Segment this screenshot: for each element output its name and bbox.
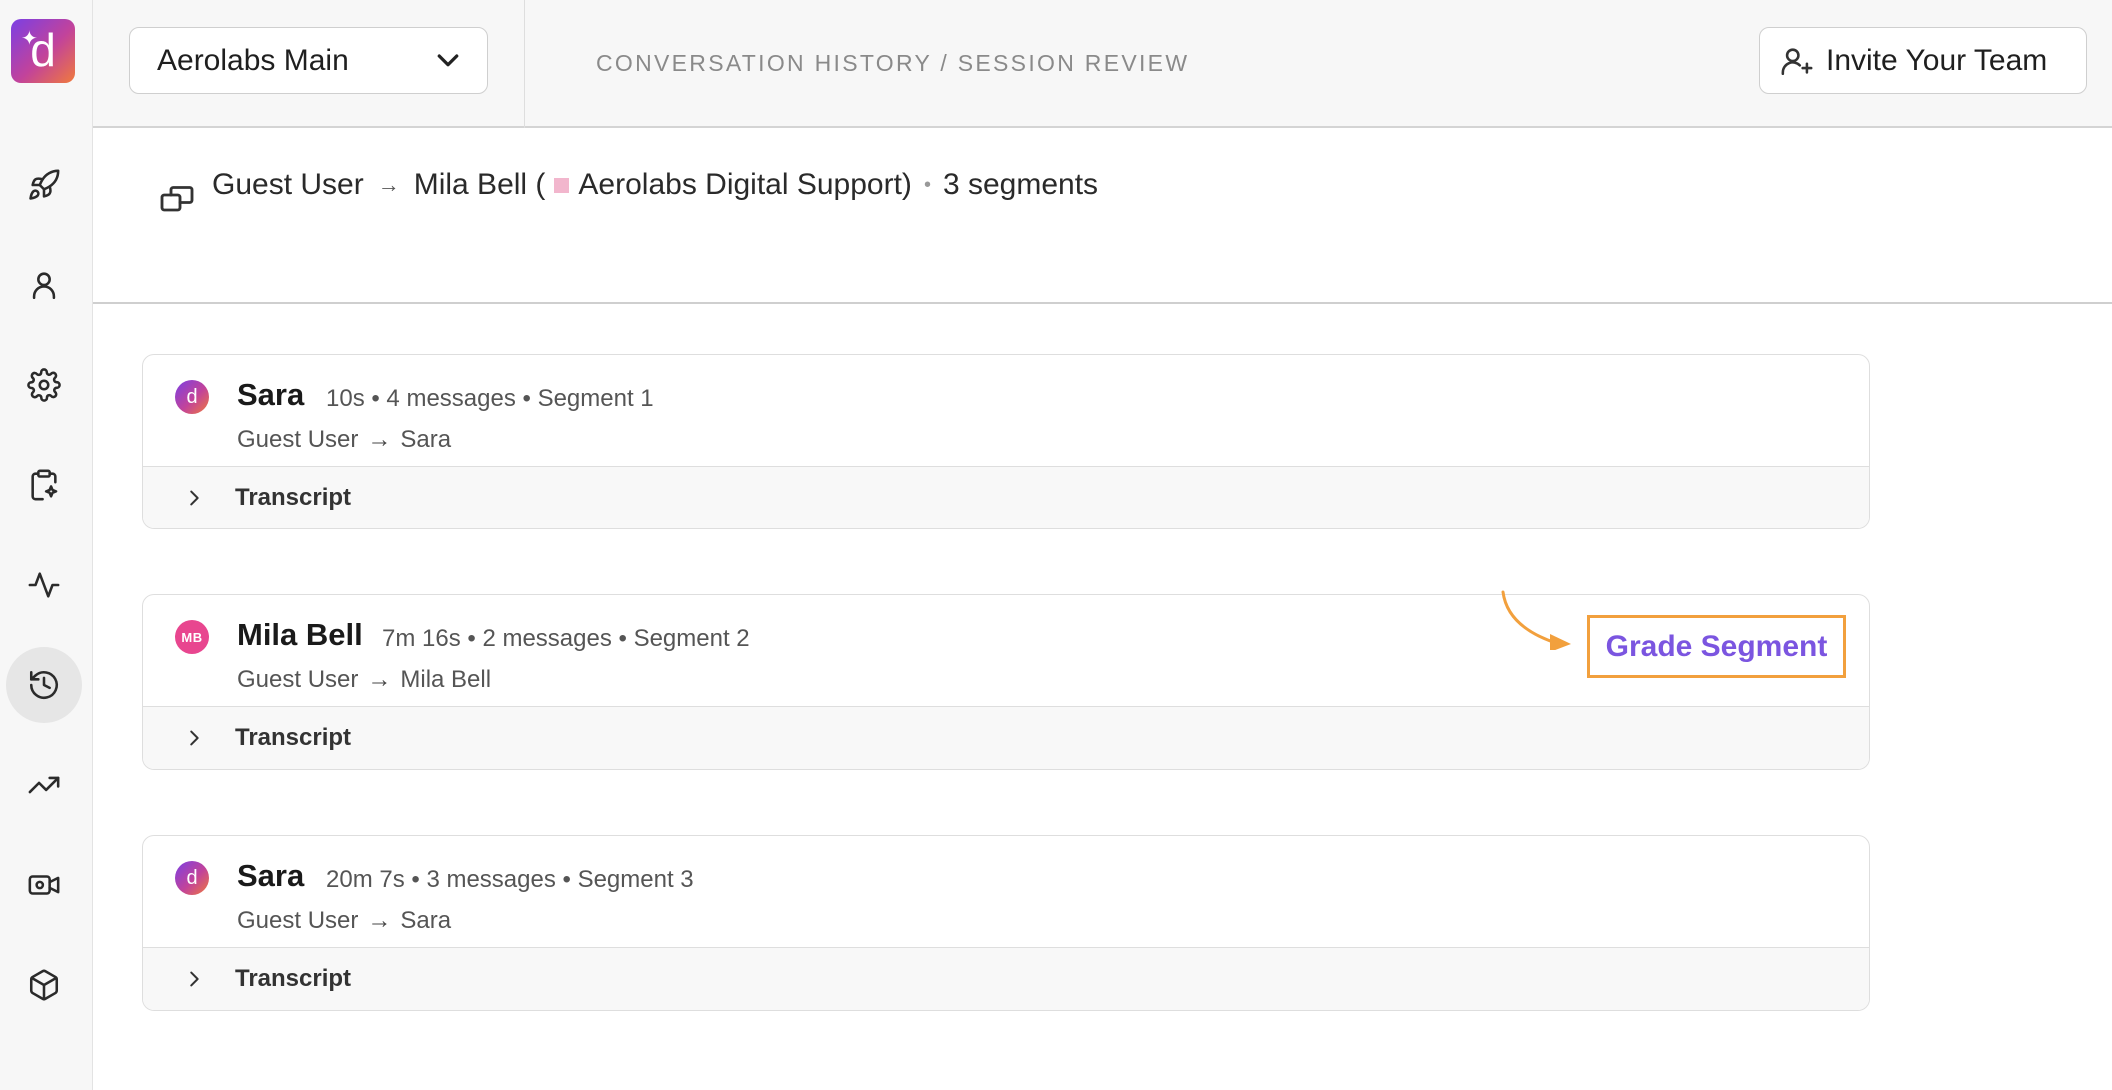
app-logo[interactable]: ✦ d (11, 19, 75, 83)
segment-to: Sara (400, 426, 452, 453)
avatar: d (175, 861, 209, 895)
transcript-toggle[interactable]: Transcript (143, 707, 1869, 769)
segment-header: d Sara 10s • 4 messages • Segment 1 Gues… (143, 355, 1869, 467)
session-participants: Guest User → Mila Bell ( Aerolabs Digita… (160, 168, 1098, 202)
segment-meta: 20m 7s • 3 messages • Segment 3 (326, 866, 694, 893)
segment-agent-name: Mila Bell (237, 617, 363, 652)
user-plus-icon (1781, 47, 1813, 75)
transcript-label: Transcript (235, 484, 352, 511)
arrow-right-icon: → (367, 907, 392, 934)
separator-dot: • (923, 173, 931, 196)
session-summary: Guest User → Mila Bell ( Aerolabs Digita… (93, 128, 2112, 304)
chevron-right-icon (190, 730, 199, 746)
sidebar-item-evaluations[interactable] (6, 447, 82, 523)
sidebar-item-analytics[interactable] (6, 747, 82, 823)
sidebar-item-history[interactable] (6, 647, 82, 723)
segment-card: d Sara 20m 7s • 3 messages • Segment 3 G… (142, 835, 1870, 1011)
segment-to: Sara (400, 907, 452, 934)
sidebar-item-users[interactable] (6, 247, 82, 323)
segment-header: d Sara 20m 7s • 3 messages • Segment 3 G… (143, 836, 1869, 948)
segment-path: Guest User → Mila Bell (237, 666, 491, 694)
segment-to: Mila Bell (400, 666, 492, 693)
sidebar-item-launch[interactable] (6, 147, 82, 223)
segments-count: 3 segments (942, 168, 1099, 201)
session-from: Guest User (212, 168, 364, 201)
arrow-right-icon: → (367, 666, 392, 693)
chevron-right-icon (190, 490, 199, 506)
callout-arrow-icon (1501, 590, 1571, 650)
avatar: d (175, 380, 209, 414)
sidebar-item-settings[interactable] (6, 347, 82, 423)
gear-icon (27, 368, 61, 402)
rocket-icon (29, 169, 60, 200)
session-org: Aerolabs Digital Support) (578, 168, 912, 201)
history-icon (29, 670, 59, 700)
sparkle-icon: ✦ (21, 28, 38, 50)
transcript-label: Transcript (235, 724, 352, 751)
workspace-select[interactable]: Aerolabs Main (129, 27, 488, 94)
sidebar-item-recordings[interactable] (6, 847, 82, 923)
trending-up-icon (28, 776, 60, 794)
clipboard-sparkle-icon (31, 469, 58, 501)
activity-icon (28, 572, 60, 598)
cube-icon (29, 969, 59, 1001)
segment-agent-name: Sara (237, 377, 305, 412)
segment-from: Guest User (237, 666, 359, 693)
user-icon (32, 272, 56, 300)
top-header: Aerolabs Main CONVERSATION HISTORY / SES… (93, 0, 2112, 128)
header-divider (524, 0, 525, 128)
sidebar-item-monitoring[interactable] (6, 547, 82, 623)
transcript-toggle[interactable]: Transcript (143, 467, 1869, 528)
avatar-letter: d (186, 866, 198, 889)
segment-agent-name: Sara (237, 858, 305, 893)
avatar: MB (175, 620, 209, 654)
sidebar-item-integrations[interactable] (6, 947, 82, 1023)
transcript-toggle[interactable]: Transcript (143, 948, 1869, 1010)
grade-segment-button[interactable]: Grade Segment (1587, 615, 1846, 678)
segment-path: Guest User → Sara (237, 907, 451, 935)
segment-from: Guest User (237, 907, 359, 934)
avatar-initials: MB (181, 629, 203, 645)
segment-meta: 7m 16s • 2 messages • Segment 2 (382, 625, 750, 652)
video-settings-icon (28, 875, 60, 895)
segment-from: Guest User (237, 426, 359, 453)
invite-team-label: Invite Your Team (1826, 43, 2048, 77)
transcript-label: Transcript (235, 965, 352, 992)
segment-meta: 10s • 4 messages • Segment 1 (326, 385, 654, 412)
session-to: Mila Bell ( (413, 168, 546, 201)
arrow-right-icon: → (367, 426, 392, 453)
org-color-swatch (554, 177, 570, 193)
invite-team-button[interactable]: Invite Your Team (1759, 27, 2087, 94)
workspace-name: Aerolabs Main (157, 43, 349, 77)
chevron-down-icon (437, 53, 459, 66)
segment-path: Guest User → Sara (237, 426, 451, 454)
avatar-letter: d (186, 385, 198, 408)
chevron-right-icon (190, 971, 199, 987)
sidebar: ✦ d (0, 0, 93, 1090)
segment-card: d Sara 10s • 4 messages • Segment 1 Gues… (142, 354, 1870, 529)
arrow-right-icon: → (377, 172, 400, 197)
breadcrumb: CONVERSATION HISTORY / SESSION REVIEW (596, 50, 1190, 76)
